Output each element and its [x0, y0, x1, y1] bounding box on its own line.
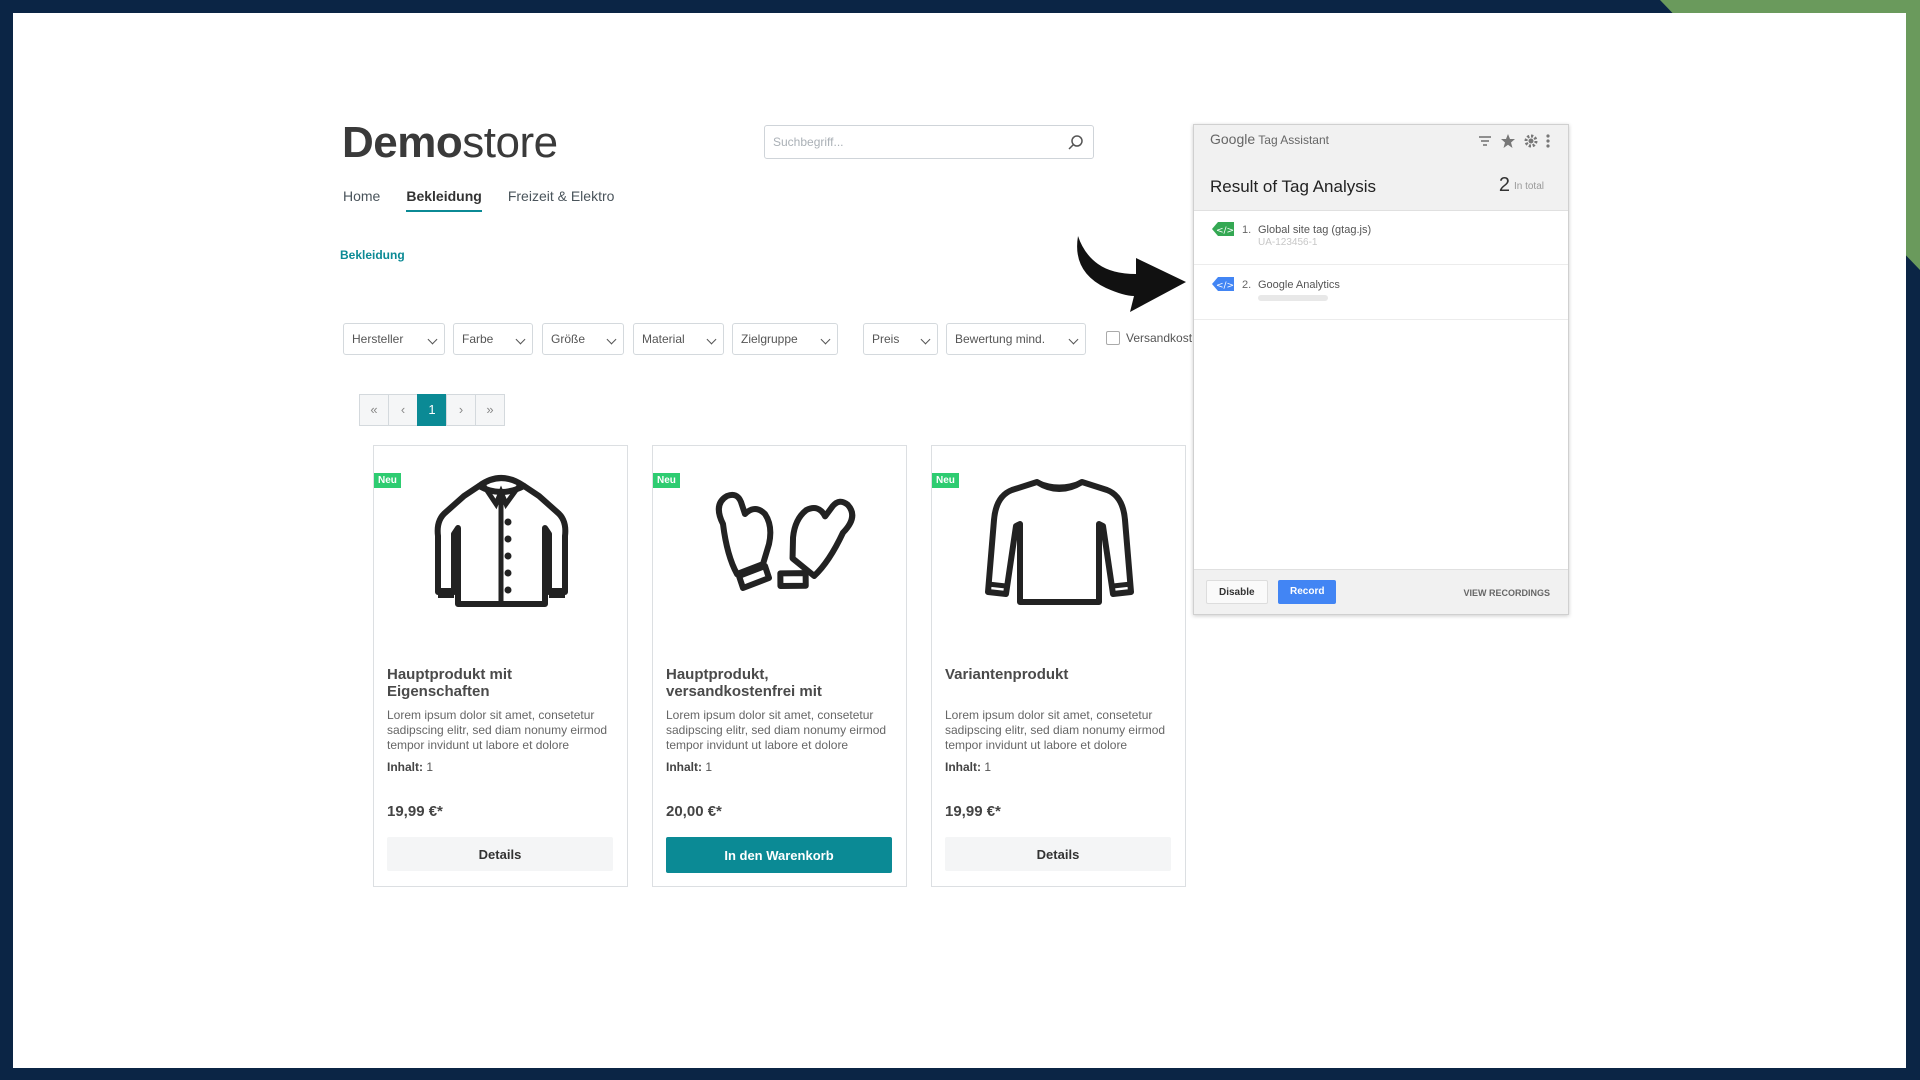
tag-assistant-brand: Google Tag Assistant: [1210, 131, 1329, 147]
tag-id: UA-123456-1: [1258, 237, 1318, 248]
page-prev[interactable]: ‹: [388, 394, 418, 426]
jacket-icon[interactable]: [424, 464, 579, 624]
filter-bar: Hersteller Farbe Größe Material Zielgrup…: [343, 323, 1198, 357]
tag-status-icon: </>: [1212, 277, 1234, 291]
product-title[interactable]: Hauptprodukt, versandkostenfrei mit: [666, 666, 896, 700]
more-menu-icon[interactable]: [1546, 133, 1550, 149]
filter-zielgruppe[interactable]: Zielgruppe: [732, 323, 838, 355]
record-button[interactable]: Record: [1278, 580, 1337, 604]
tag-assistant-footer: Disable Record VIEW RECORDINGS: [1194, 569, 1568, 614]
page-first[interactable]: «: [359, 394, 389, 426]
product-description: Lorem ipsum dolor sit amet, consetetur s…: [387, 708, 608, 752]
search-icon[interactable]: [1067, 134, 1085, 152]
filter-hersteller[interactable]: Hersteller: [343, 323, 445, 355]
chevron-down-icon: [606, 334, 617, 345]
chevron-down-icon: [1068, 334, 1079, 345]
chevron-down-icon: [820, 334, 831, 345]
filter-farbe[interactable]: Farbe: [453, 323, 533, 355]
product-card[interactable]: Neu Variantenprodukt Lorem ipsum dolor s…: [931, 445, 1186, 887]
tag-status-icon: </>: [1212, 222, 1234, 236]
tag-name: Google Analytics: [1258, 279, 1340, 291]
search-box: [764, 125, 1094, 159]
new-badge: Neu: [653, 473, 680, 488]
tag-name: Global site tag (gtag.js): [1258, 224, 1372, 236]
product-description: Lorem ipsum dolor sit amet, consetetur s…: [666, 708, 887, 752]
product-content: Inhalt: 1: [387, 760, 434, 774]
tag-count: 2 In total: [1498, 174, 1544, 196]
product-card[interactable]: Neu Hauptprodukt, versandkostenfrei mit …: [652, 445, 907, 887]
sweater-icon[interactable]: [982, 464, 1137, 624]
filter-preis[interactable]: Preis: [863, 323, 938, 355]
tag-row-analytics[interactable]: </> 2. Google Analytics: [1194, 265, 1568, 320]
new-badge: Neu: [374, 473, 401, 488]
breadcrumb[interactable]: Bekleidung: [340, 248, 405, 262]
details-button[interactable]: Details: [387, 837, 613, 871]
product-price: 19,99 €*: [387, 803, 443, 820]
details-button[interactable]: Details: [945, 837, 1171, 871]
mittens-icon[interactable]: [703, 464, 858, 624]
product-content: Inhalt: 1: [945, 760, 992, 774]
product-title[interactable]: Hauptprodukt mit Eigenschaften: [387, 666, 617, 700]
search-input[interactable]: [765, 126, 1071, 158]
product-content: Inhalt: 1: [666, 760, 713, 774]
page-last[interactable]: »: [475, 394, 505, 426]
new-badge: Neu: [932, 473, 959, 488]
star-icon[interactable]: [1500, 133, 1516, 149]
product-description: Lorem ipsum dolor sit amet, consetetur s…: [945, 708, 1166, 752]
chevron-down-icon: [920, 334, 931, 345]
gear-icon[interactable]: [1523, 133, 1539, 149]
svg-text:</>: </>: [1216, 226, 1234, 236]
tag-assistant-toolbar: [1477, 133, 1550, 149]
shop-logo[interactable]: Demostore: [342, 118, 558, 168]
chevron-down-icon: [706, 334, 717, 345]
main-navigation: Home Bekleidung Freizeit & Elektro: [343, 188, 614, 212]
filter-material[interactable]: Material: [633, 323, 724, 355]
filter-icon[interactable]: [1477, 133, 1493, 149]
checkbox[interactable]: [1106, 330, 1120, 345]
chevron-down-icon: [515, 334, 526, 345]
product-card[interactable]: Neu Hauptprodukt mit Eigenschaften Lorem…: [373, 445, 628, 887]
analysis-title: Result of Tag Analysis: [1210, 177, 1376, 196]
nav-bekleidung[interactable]: Bekleidung: [406, 188, 482, 212]
add-to-cart-button[interactable]: In den Warenkorb: [666, 837, 892, 873]
disable-button[interactable]: Disable: [1206, 580, 1268, 604]
view-recordings-link[interactable]: VIEW RECORDINGS: [1463, 588, 1550, 598]
tag-assistant-panel: Google Tag Assistant Result of Tag Analy…: [1193, 124, 1569, 615]
nav-home[interactable]: Home: [343, 188, 380, 212]
svg-text:</>: </>: [1216, 281, 1234, 291]
filter-bewertung[interactable]: Bewertung mind.: [946, 323, 1086, 355]
pointer-arrow-icon: [1072, 232, 1192, 330]
product-title[interactable]: Variantenprodukt: [945, 666, 1175, 683]
pagination: « ‹ 1 › »: [359, 394, 505, 426]
page-next[interactable]: ›: [446, 394, 476, 426]
chevron-down-icon: [427, 334, 438, 345]
page-1[interactable]: 1: [417, 394, 447, 426]
tag-row-gtag[interactable]: </> 1. Global site tag (gtag.js) UA-1234…: [1194, 210, 1568, 265]
product-price: 19,99 €*: [945, 803, 1001, 820]
tag-assistant-header: Google Tag Assistant Result of Tag Analy…: [1194, 125, 1568, 211]
tag-id-blurred: [1258, 295, 1328, 301]
nav-freizeit-elektro[interactable]: Freizeit & Elektro: [508, 188, 615, 212]
filter-groesse[interactable]: Größe: [542, 323, 624, 355]
product-price: 20,00 €*: [666, 803, 722, 820]
